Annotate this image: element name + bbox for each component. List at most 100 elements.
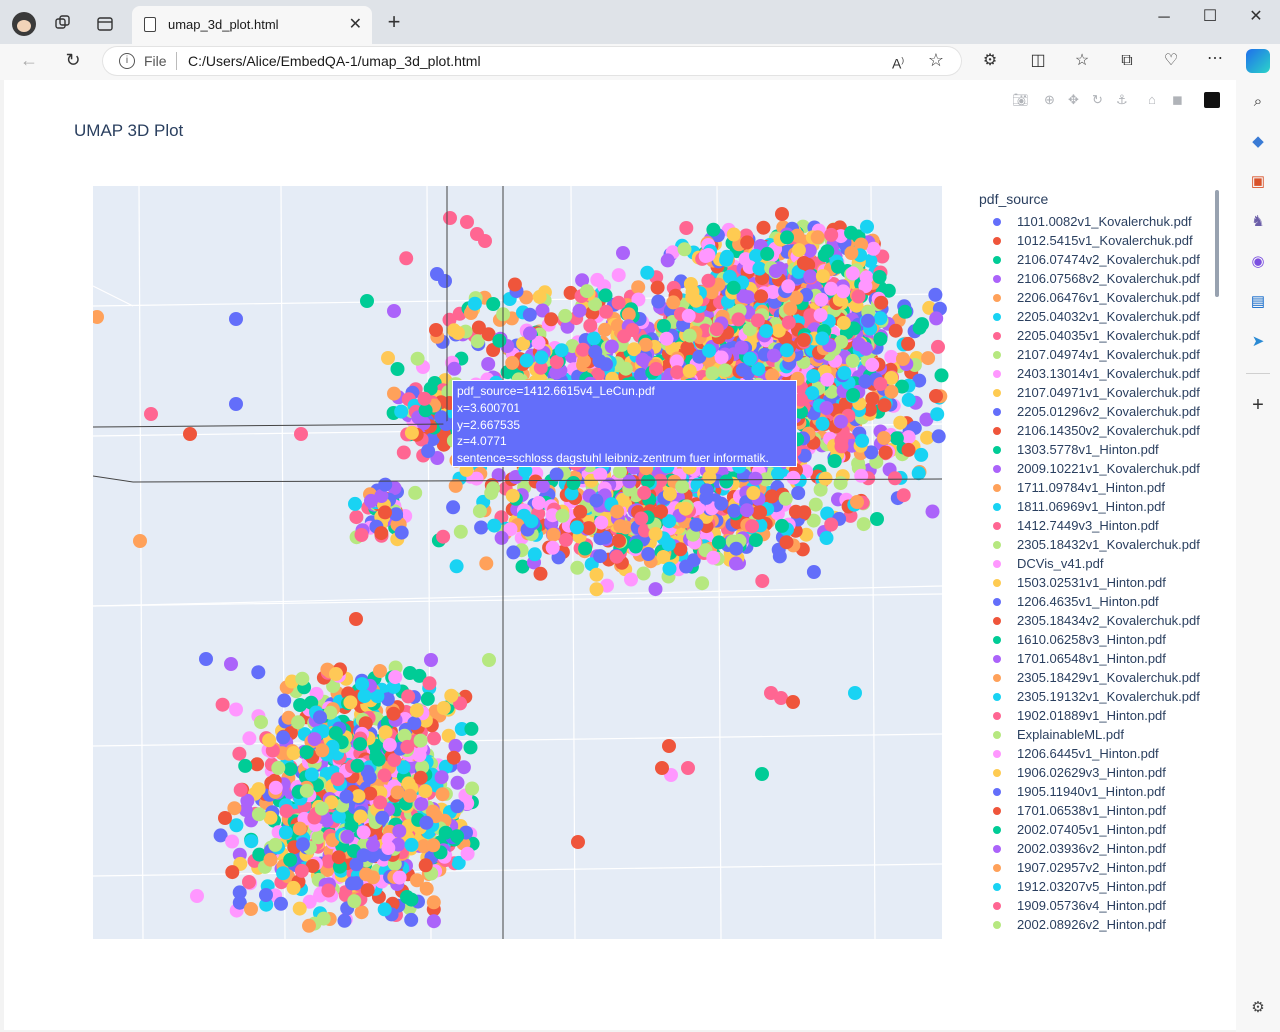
data-point[interactable]	[670, 365, 685, 380]
data-point[interactable]	[618, 361, 633, 376]
pan-icon[interactable]: ✥	[1068, 92, 1079, 108]
data-point[interactable]	[848, 686, 862, 700]
data-point[interactable]	[858, 341, 873, 356]
data-point[interactable]	[571, 835, 585, 849]
data-point[interactable]	[276, 730, 291, 745]
data-point[interactable]	[505, 488, 520, 503]
data-point[interactable]	[399, 251, 414, 266]
data-point[interactable]	[408, 485, 423, 500]
data-point[interactable]	[702, 470, 717, 485]
data-point[interactable]	[401, 689, 416, 704]
data-point[interactable]	[190, 889, 204, 903]
data-point[interactable]	[292, 821, 307, 836]
data-point[interactable]	[768, 264, 783, 278]
data-point[interactable]	[302, 918, 316, 933]
data-point[interactable]	[426, 914, 441, 929]
data-point[interactable]	[460, 215, 474, 229]
data-point[interactable]	[831, 259, 845, 274]
data-point[interactable]	[295, 837, 310, 852]
data-point[interactable]	[330, 772, 345, 787]
data-point[interactable]	[295, 671, 310, 686]
data-point[interactable]	[718, 363, 733, 378]
data-point[interactable]	[679, 559, 694, 574]
address-url[interactable]: C:/Users/Alice/EmbedQA-1/umap_3d_plot.ht…	[188, 53, 481, 69]
data-point[interactable]	[662, 487, 677, 502]
data-point[interactable]	[681, 308, 696, 323]
data-point[interactable]	[274, 896, 288, 911]
zoom-icon[interactable]: ⊕	[1044, 92, 1055, 108]
info-icon[interactable]: i	[119, 53, 135, 69]
data-point[interactable]	[478, 234, 492, 248]
data-point[interactable]	[797, 505, 812, 520]
data-point[interactable]	[679, 221, 694, 235]
data-point[interactable]	[655, 761, 669, 775]
data-point[interactable]	[760, 246, 775, 261]
data-point[interactable]	[524, 514, 539, 529]
data-point[interactable]	[337, 913, 352, 928]
data-point[interactable]	[865, 391, 880, 406]
data-point[interactable]	[877, 431, 891, 445]
data-point[interactable]	[426, 838, 441, 853]
data-point[interactable]	[570, 560, 585, 575]
data-point[interactable]	[381, 841, 396, 855]
data-point[interactable]	[271, 760, 286, 775]
data-point[interactable]	[479, 556, 494, 571]
data-point[interactable]	[791, 486, 806, 500]
data-point[interactable]	[259, 888, 273, 902]
data-point[interactable]	[896, 488, 911, 503]
data-point[interactable]	[858, 374, 873, 389]
data-point[interactable]	[810, 230, 825, 245]
data-point[interactable]	[349, 510, 364, 525]
data-point[interactable]	[472, 504, 487, 519]
data-point[interactable]	[390, 362, 405, 376]
data-point[interactable]	[837, 366, 852, 380]
data-point[interactable]	[283, 852, 298, 867]
search-icon[interactable]: ⌕	[1248, 92, 1268, 112]
data-point[interactable]	[522, 307, 537, 322]
data-point[interactable]	[356, 848, 371, 863]
data-point[interactable]	[884, 349, 899, 364]
data-point[interactable]	[815, 269, 830, 284]
vertical-tabs-icon[interactable]	[96, 15, 114, 33]
data-point[interactable]	[224, 657, 238, 671]
data-point[interactable]	[386, 706, 401, 721]
data-point[interactable]	[844, 246, 859, 260]
add-icon[interactable]: +	[1248, 395, 1268, 415]
data-point[interactable]	[353, 809, 368, 824]
telegram-icon[interactable]: ➤	[1248, 332, 1268, 352]
data-point[interactable]	[711, 535, 726, 550]
data-point[interactable]	[678, 501, 693, 516]
data-point[interactable]	[846, 388, 861, 402]
active-tab[interactable]: umap_3d_plot.html ✕	[132, 6, 372, 44]
data-point[interactable]	[409, 703, 424, 718]
data-point[interactable]	[898, 304, 912, 319]
data-point[interactable]	[467, 296, 482, 311]
data-point[interactable]	[734, 340, 749, 355]
workspaces-icon[interactable]	[54, 14, 72, 32]
data-point[interactable]	[402, 788, 417, 803]
data-point[interactable]	[238, 758, 253, 773]
data-point[interactable]	[254, 715, 268, 730]
data-point[interactable]	[544, 312, 559, 327]
data-point[interactable]	[818, 471, 833, 486]
data-point[interactable]	[640, 265, 655, 280]
data-point[interactable]	[706, 550, 721, 565]
data-point[interactable]	[390, 785, 405, 800]
data-point[interactable]	[453, 524, 468, 539]
data-point[interactable]	[487, 518, 502, 533]
data-point[interactable]	[250, 757, 265, 772]
data-point[interactable]	[572, 303, 587, 318]
data-point[interactable]	[593, 549, 608, 564]
data-point[interactable]	[392, 824, 407, 839]
data-point[interactable]	[482, 653, 496, 667]
data-point[interactable]	[422, 676, 437, 691]
data-point[interactable]	[813, 308, 828, 323]
data-point[interactable]	[486, 481, 501, 496]
settings-gear-icon[interactable]: ⚙	[1248, 998, 1268, 1018]
data-point[interactable]	[558, 308, 573, 323]
data-point[interactable]	[701, 273, 716, 288]
data-point[interactable]	[806, 565, 821, 579]
data-point[interactable]	[279, 804, 294, 819]
data-point[interactable]	[597, 322, 612, 337]
data-point[interactable]	[394, 404, 409, 419]
